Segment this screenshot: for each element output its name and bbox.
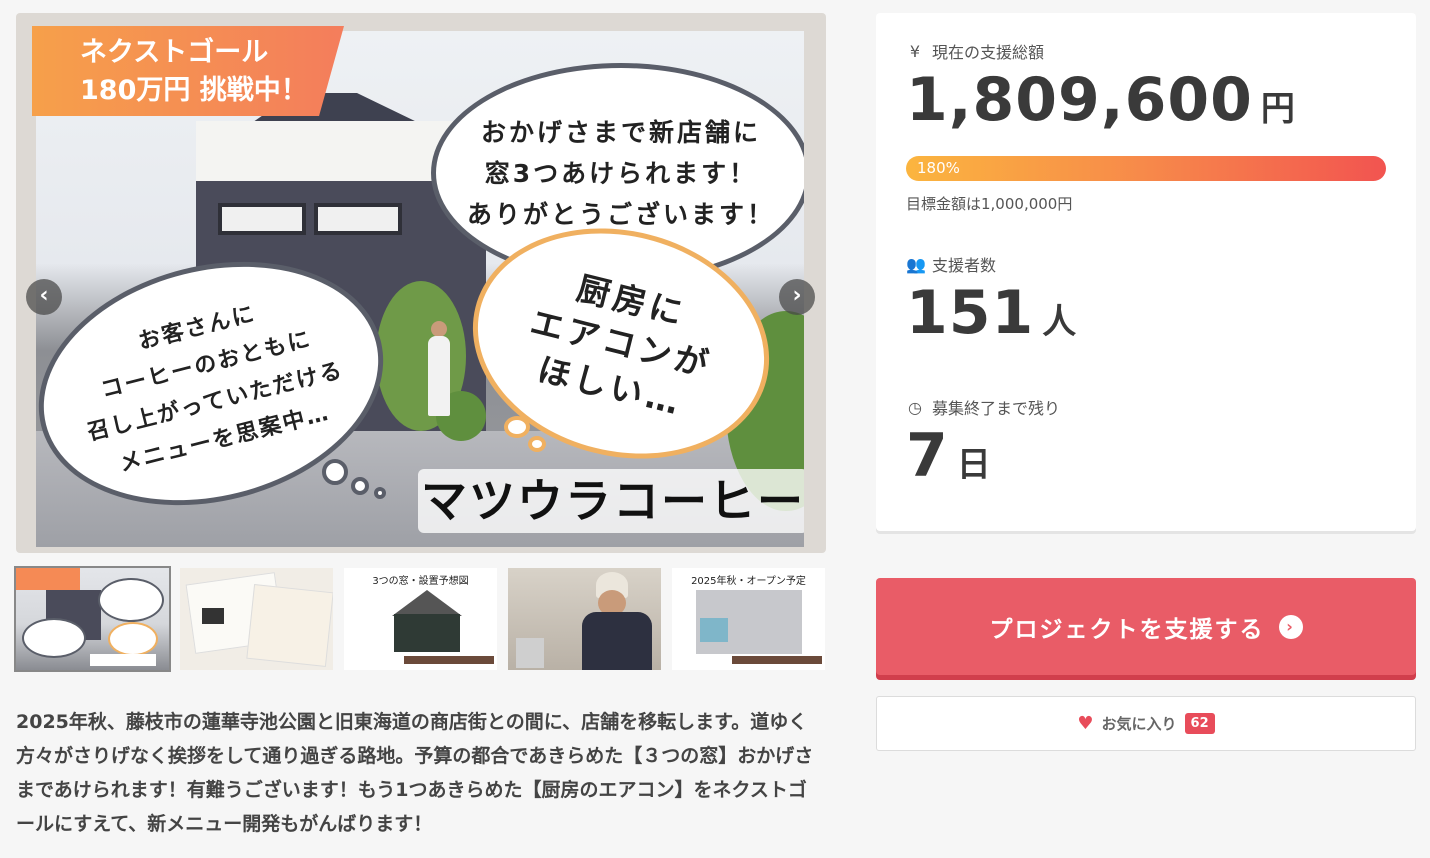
thumbnail-1[interactable] [14, 566, 171, 672]
thumb-window [700, 618, 728, 642]
thumb-paper [246, 584, 333, 667]
thumb-kettle [516, 638, 544, 668]
thumbnail-2[interactable] [180, 568, 333, 670]
favorite-count-badge: 62 [1184, 713, 1215, 734]
thumb-apron [582, 612, 652, 670]
progress-bar: 180% [906, 156, 1386, 181]
users-icon: 👥 [906, 254, 926, 274]
thumb-logo [90, 654, 156, 666]
remaining-label: 募集終了まで残り [932, 399, 1061, 418]
bubble-dot [351, 477, 369, 495]
remaining-days: 7日 [906, 421, 991, 491]
thumbnail-3[interactable]: 3つの窓・設置予想図 [344, 568, 497, 670]
supporters-value: 151 [906, 278, 1035, 348]
house-window [314, 203, 402, 235]
supporters-label-row: 👥 支援者数 [906, 252, 996, 276]
goal-amount: 目標金額は1,000,000円 [906, 195, 1073, 213]
ribbon-line1: ネクストゴール [80, 37, 269, 68]
total-label: 現在の支援総額 [932, 43, 1045, 62]
thumb-sketch [202, 608, 224, 624]
total-unit: 円 [1260, 89, 1295, 129]
thumb-label [732, 656, 822, 664]
thumb-house [394, 614, 460, 652]
thumb-bubble [22, 618, 86, 658]
stats-card: ¥ 現在の支援総額 1,809,600 円 180% 目標金額は1,000,000… [876, 13, 1416, 531]
ribbon-line2: 180万円 挑戦中！ [80, 75, 308, 106]
total-value: 1,809,600 [906, 65, 1253, 135]
chevron-right-icon: › [1278, 614, 1303, 639]
progress-percent: 180% [917, 159, 960, 177]
person-head [431, 321, 447, 337]
house-window [218, 203, 306, 235]
bubble-dot [374, 487, 386, 499]
clock-icon: ◷ [908, 397, 922, 417]
thumbnail-5[interactable]: 2025年秋・オープン予定 [672, 568, 825, 670]
thumb-ribbon [16, 568, 80, 590]
project-page: お客さんに コーヒーのおともに 召し上がっていただける メニューを思案中… おか… [0, 0, 1430, 858]
remaining-unit: 日 [956, 445, 991, 485]
next-goal-ribbon: ネクストゴール 180万円 挑戦中！ [32, 26, 344, 116]
thumb-label [404, 656, 494, 664]
bubble-dot [528, 436, 546, 452]
favorite-label: お気に入り [1101, 715, 1177, 733]
support-project-button[interactable]: プロジェクトを支援する › [876, 578, 1416, 675]
heart-icon: ♥ [1077, 713, 1094, 734]
thumb-roof [392, 590, 462, 616]
supporters-count: 151 人 [906, 278, 1076, 348]
supporters-label: 支援者数 [932, 256, 997, 275]
yen-icon: ¥ [909, 41, 921, 61]
thumb-bubble [108, 622, 158, 656]
bubble-dot [504, 416, 530, 438]
shop-logo: マツウラコーヒー [418, 469, 804, 533]
total-label-row: ¥ 現在の支援総額 [906, 39, 1044, 63]
favorite-button[interactable]: ♥ お気に入り 62 [876, 696, 1416, 751]
remaining-value: 7 [906, 421, 949, 491]
bubble-dot [322, 459, 348, 485]
thumbnail-caption: 3つの窓・設置予想図 [372, 576, 469, 587]
support-button-label: プロジェクトを支援する [989, 616, 1265, 643]
supporters-unit: 人 [1042, 302, 1077, 342]
total-amount: 1,809,600 円 [906, 65, 1295, 135]
project-description: 2025年秋、藤枝市の蓮華寺池公園と旧東海道の商店街との間に、店舗を移転します。… [16, 711, 814, 835]
thumb-bubble [98, 578, 164, 622]
main-image[interactable]: お客さんに コーヒーのおともに 召し上がっていただける メニューを思案中… おか… [16, 13, 826, 553]
thumbnail-strip: 3つの窓・設置予想図 2025年秋・オープン予定 [14, 566, 826, 672]
prev-arrow-icon[interactable]: ‹ [26, 279, 62, 315]
thumbnail-caption: 2025年秋・オープン予定 [691, 576, 806, 587]
next-arrow-icon[interactable]: › [779, 279, 815, 315]
person [428, 336, 450, 416]
thumbnail-4[interactable] [508, 568, 661, 670]
remaining-label-row: ◷ 募集終了まで残り [906, 395, 1060, 419]
